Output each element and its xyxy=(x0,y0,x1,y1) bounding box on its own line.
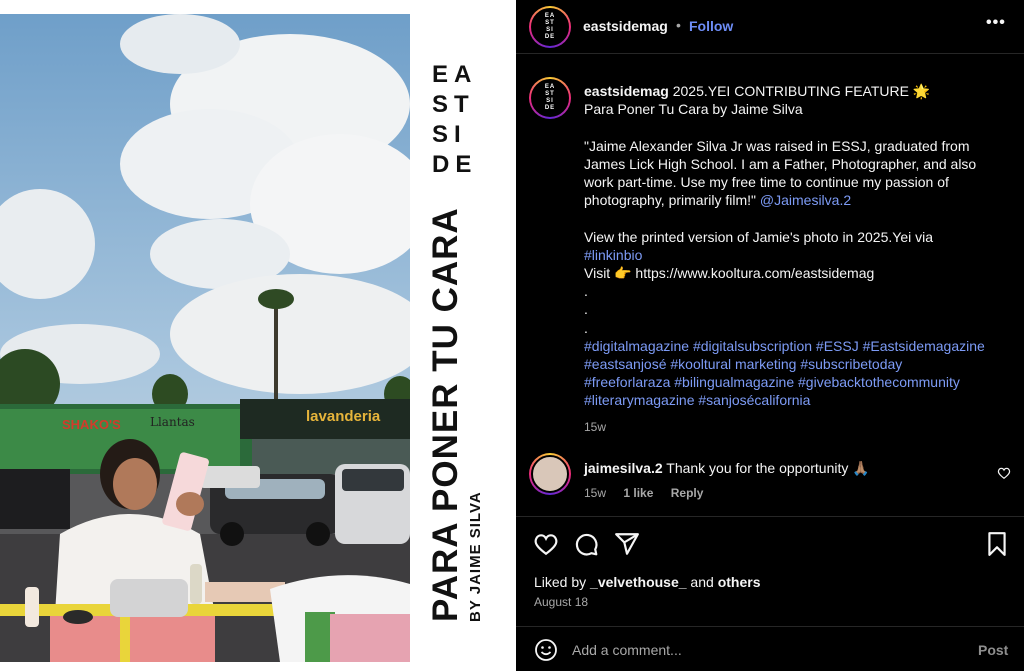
caption-dot: . xyxy=(584,319,588,336)
post-panel: EA ST SI DE eastsidemag • Follow ••• EA … xyxy=(516,0,1024,671)
comment-icon[interactable] xyxy=(573,531,599,557)
caption-quote-line: James Lick High School. I am a Father, P… xyxy=(584,155,977,172)
avatar-text: SI xyxy=(546,98,554,104)
hashtag-line[interactable]: #eastsanjosé #kooltural marketing #subsc… xyxy=(584,355,1014,373)
post-media[interactable]: SHAKO'S Llantas lavanderia EA ST SI DE P… xyxy=(0,0,516,671)
logo-line: EA xyxy=(432,61,478,88)
caption-quote-line: work part-time. Use my free time to cont… xyxy=(584,174,949,190)
comment-likes[interactable]: 1 like xyxy=(623,486,653,500)
emoji-icon[interactable] xyxy=(534,638,558,662)
avatar[interactable]: EA ST SI DE xyxy=(529,6,571,48)
avatar-text: DE xyxy=(544,34,556,40)
liked-by-prefix: Liked by xyxy=(534,574,591,590)
feature-byline: BY JAIME SILVA xyxy=(467,491,484,622)
hashtag-line[interactable]: #digitalmagazine #digitalsubscription #E… xyxy=(584,337,1014,355)
avatar-text: ST xyxy=(545,20,555,26)
caption-visit-line: Visit 👉 https://www.kooltura.com/eastsid… xyxy=(584,265,875,281)
avatar-text: DE xyxy=(544,105,556,111)
comment-input[interactable] xyxy=(572,637,952,663)
header-username[interactable]: eastsidemag xyxy=(583,18,668,34)
avatar-text: EA xyxy=(544,13,556,19)
logo-line: ST xyxy=(432,91,475,118)
feature-title: PARA PONER TU CARA xyxy=(426,207,465,622)
avatar-text: ST xyxy=(545,91,555,97)
liked-by-middle: and xyxy=(686,574,718,590)
hashtag-link[interactable]: #linkinbio xyxy=(584,246,1014,264)
caption-dot: . xyxy=(584,301,588,318)
caption-subtitle: Para Poner Tu Cara by Jaime Silva xyxy=(584,101,803,118)
comment-meta: 15w 1 like Reply xyxy=(584,486,717,500)
like-heart-icon[interactable] xyxy=(533,531,559,557)
logo-line: SI xyxy=(432,121,467,148)
more-options-icon[interactable]: ••• xyxy=(986,14,1006,32)
caption-username[interactable]: eastsidemag xyxy=(584,83,669,99)
post-date[interactable]: August 18 xyxy=(534,595,588,609)
caption-quote-line: "Jaime Alexander Silva Jr was raised in … xyxy=(584,137,970,154)
post-photo: SHAKO'S Llantas lavanderia xyxy=(0,14,410,662)
caption-dot: . xyxy=(584,283,588,300)
post-button[interactable]: Post xyxy=(978,642,1008,658)
post-actions: Liked by _velvethouse_ and others August… xyxy=(516,516,1024,626)
eastside-logo: EA ST SI DE xyxy=(432,60,492,180)
caption-quote-line: photography, primarily film!" xyxy=(584,192,760,209)
heart-icon[interactable] xyxy=(997,466,1011,480)
caption-timestamp[interactable]: 15w xyxy=(584,418,1014,436)
caption-avatar[interactable]: EA ST SI DE xyxy=(529,77,571,119)
liked-others-link[interactable]: others xyxy=(718,574,761,590)
comment-text: jaimesilva.2 Thank you for the opportuni… xyxy=(584,459,984,477)
comment-body: Thank you for the opportunity 🙏🏽 xyxy=(662,460,870,476)
liked-user-link[interactable]: _velvethouse_ xyxy=(590,574,687,590)
caption-headline: 2025.YEI CONTRIBUTING FEATURE 🌟 xyxy=(668,83,931,99)
hashtag-line[interactable]: #freeforlaraza #bilingualmagazine #giveb… xyxy=(584,373,1014,391)
separator-dot: • xyxy=(676,17,681,33)
caption-view-line: View the printed version of Jamie's phot… xyxy=(584,228,934,245)
follow-button[interactable]: Follow xyxy=(689,18,733,34)
avatar-text: EA xyxy=(544,84,556,90)
add-comment-bar: Post xyxy=(516,626,1024,671)
avatar-text: SI xyxy=(546,27,554,33)
svg-text:lavanderia: lavanderia xyxy=(306,408,381,425)
bookmark-icon[interactable] xyxy=(984,531,1010,557)
liked-by: Liked by _velvethouse_ and others xyxy=(534,574,760,590)
logo-line: DE xyxy=(432,151,478,178)
reply-button[interactable]: Reply xyxy=(671,486,704,500)
comment-avatar[interactable] xyxy=(529,453,571,495)
share-icon[interactable] xyxy=(614,531,640,557)
svg-text:Llantas: Llantas xyxy=(150,415,195,429)
comment-username[interactable]: jaimesilva.2 xyxy=(584,460,663,476)
mention-link[interactable]: @Jaimesilva.2 xyxy=(760,192,851,208)
post-header: EA ST SI DE eastsidemag • Follow ••• xyxy=(516,0,1024,54)
svg-text:SHAKO'S: SHAKO'S xyxy=(62,417,121,432)
comment-timestamp[interactable]: 15w xyxy=(584,486,606,500)
post-caption: eastsidemag 2025.YEI CONTRIBUTING FEATUR… xyxy=(584,82,1014,436)
hashtag-line[interactable]: #literarymagazine #sanjosécalifornia xyxy=(584,391,1014,409)
